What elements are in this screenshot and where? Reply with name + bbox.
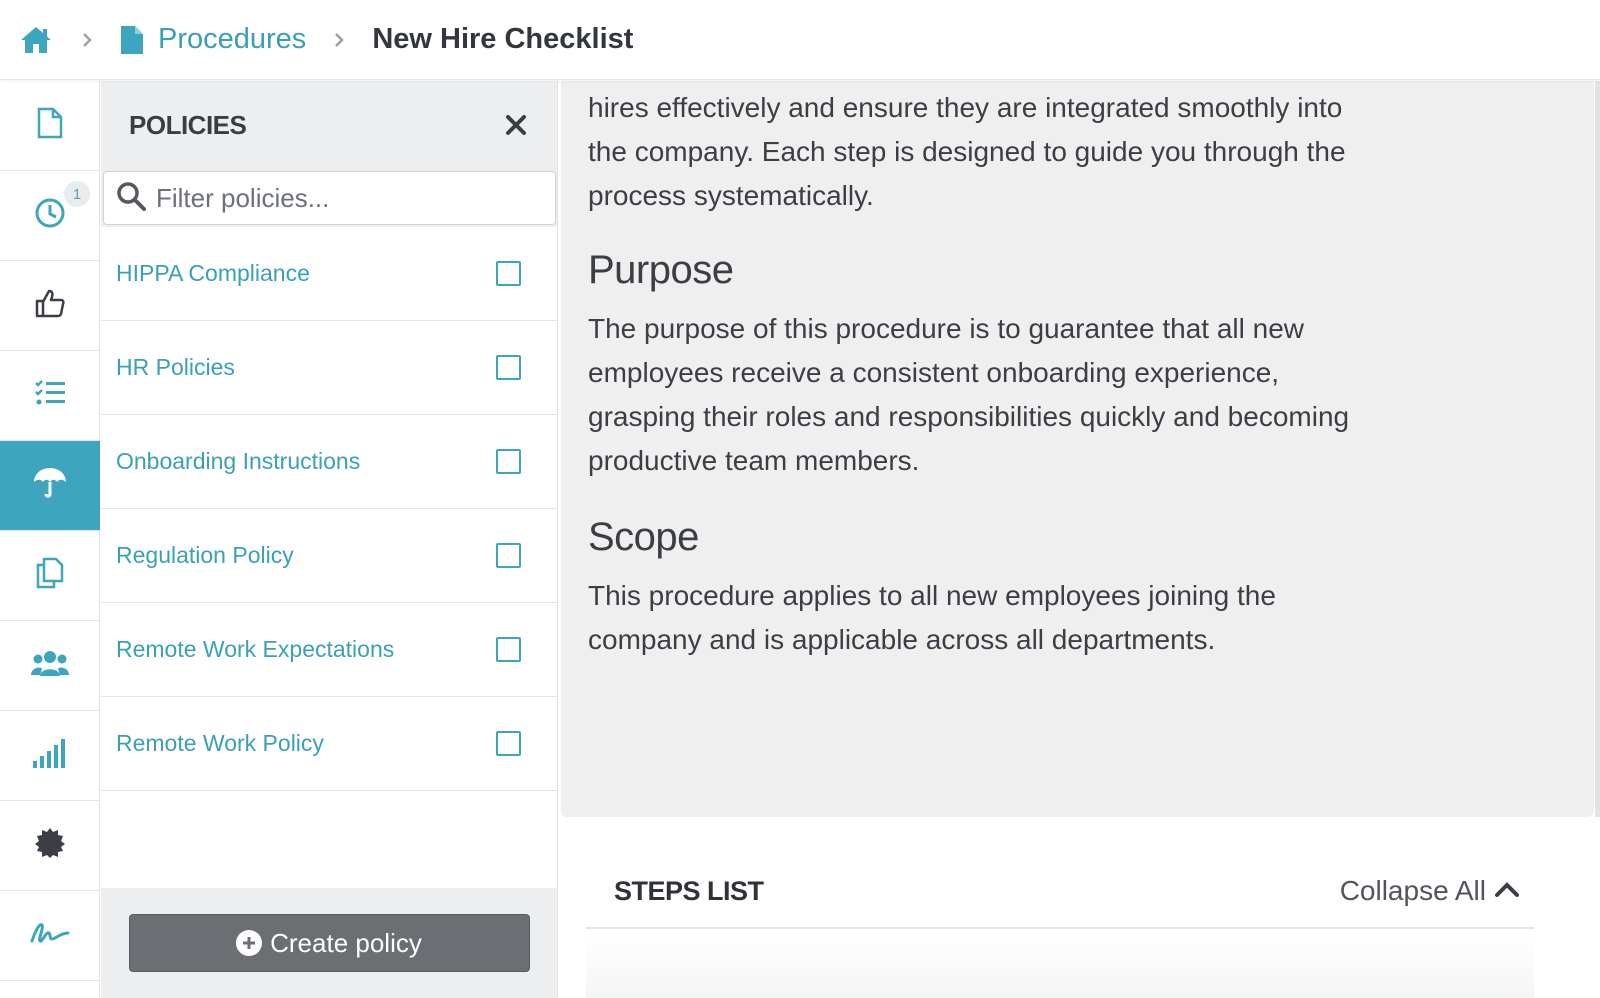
rail-item-history[interactable]: 1 <box>0 171 100 261</box>
notification-badge: 1 <box>64 181 90 207</box>
policy-label[interactable]: HIPPA Compliance <box>116 260 310 287</box>
rail-item-users[interactable] <box>0 621 100 711</box>
policy-row[interactable]: Remote Work Policy <box>101 697 557 791</box>
close-icon[interactable] <box>501 110 531 140</box>
search-icon <box>116 181 146 216</box>
thumbs-up-icon <box>34 287 66 324</box>
policy-row[interactable]: Regulation Policy <box>101 509 557 603</box>
policy-checkbox[interactable] <box>496 731 521 756</box>
clock-icon <box>34 197 66 234</box>
policy-checkbox[interactable] <box>496 261 521 286</box>
main-content: hires effectively and ensure they are in… <box>559 81 1600 998</box>
scope-heading: Scope <box>588 515 699 559</box>
policy-row[interactable]: Remote Work Expectations <box>101 603 557 697</box>
policy-row[interactable]: Onboarding Instructions <box>101 415 557 509</box>
policy-checkbox[interactable] <box>496 355 521 380</box>
home-icon[interactable] <box>18 22 54 58</box>
procedure-document: hires effectively and ensure they are in… <box>561 81 1594 817</box>
umbrella-icon <box>32 466 68 505</box>
plus-circle-icon <box>236 930 263 956</box>
rail-item-policies[interactable] <box>0 441 100 531</box>
policy-label[interactable]: Remote Work Expectations <box>116 636 394 663</box>
intro-paragraph: hires effectively and ensure they are in… <box>588 92 1346 211</box>
policy-label[interactable]: HR Policies <box>116 354 235 381</box>
policy-label[interactable]: Regulation Policy <box>116 542 294 569</box>
policies-panel-header: POLICIES <box>101 81 557 169</box>
file-icon <box>37 107 63 144</box>
purpose-heading: Purpose <box>588 248 734 292</box>
icon-rail: 1 <box>0 81 100 998</box>
chevron-right-icon <box>76 29 98 51</box>
breadcrumb-procedures-label: Procedures <box>158 23 307 55</box>
collapse-all-button[interactable]: Collapse All <box>1340 875 1520 907</box>
breadcrumb-procedures-link[interactable]: Procedures <box>120 23 306 56</box>
rail-item-reports[interactable] <box>0 711 100 801</box>
rail-item-approvals[interactable] <box>0 261 100 351</box>
file-icon <box>120 25 144 55</box>
breadcrumb-bar: Procedures New Hire Checklist <box>0 0 1600 80</box>
filter-box <box>103 171 556 225</box>
policy-label[interactable]: Onboarding Instructions <box>116 448 360 475</box>
steps-list-title: STEPS LIST <box>614 875 764 906</box>
steps-list-body <box>586 931 1534 998</box>
filter-wrapper <box>101 169 557 227</box>
policy-checkbox[interactable] <box>496 637 521 662</box>
users-icon <box>30 649 70 682</box>
policy-row[interactable]: HR Policies <box>101 321 557 415</box>
policy-list: HIPPA Compliance HR Policies Onboarding … <box>101 227 557 791</box>
policy-checkbox[interactable] <box>496 449 521 474</box>
policies-panel-title: POLICIES <box>129 109 247 140</box>
rail-item-checklists[interactable] <box>0 351 100 441</box>
collapse-all-label: Collapse All <box>1339 875 1486 906</box>
signal-bars-icon <box>32 737 68 774</box>
scope-paragraph: This procedure applies to all new employ… <box>588 580 1276 655</box>
checklist-icon <box>34 379 66 412</box>
policies-panel-footer: Create policy <box>101 888 557 998</box>
filter-policies-input[interactable] <box>156 182 536 214</box>
create-policy-label: Create policy <box>270 927 422 958</box>
policies-panel: POLICIES HIPPA Compliance HR Policies On… <box>101 81 558 998</box>
rail-item-certifications[interactable] <box>0 801 100 891</box>
rail-item-copies[interactable] <box>0 531 100 621</box>
steps-list-header: STEPS LIST Collapse All <box>586 855 1534 929</box>
policy-checkbox[interactable] <box>496 543 521 568</box>
create-policy-button[interactable]: Create policy <box>128 914 530 972</box>
policy-label[interactable]: Remote Work Policy <box>116 730 324 757</box>
chevron-up-icon <box>1494 880 1520 903</box>
signature-icon <box>30 921 70 950</box>
purpose-paragraph: The purpose of this procedure is to guar… <box>588 313 1350 476</box>
certificate-icon <box>34 827 66 864</box>
rail-item-documents[interactable] <box>0 81 100 171</box>
copy-icon <box>36 557 64 594</box>
chevron-right-icon <box>328 29 350 51</box>
scrollbar[interactable] <box>1595 81 1600 817</box>
policy-row[interactable]: HIPPA Compliance <box>101 227 557 321</box>
page-title: New Hire Checklist <box>372 23 634 55</box>
rail-item-signatures[interactable] <box>0 891 100 981</box>
